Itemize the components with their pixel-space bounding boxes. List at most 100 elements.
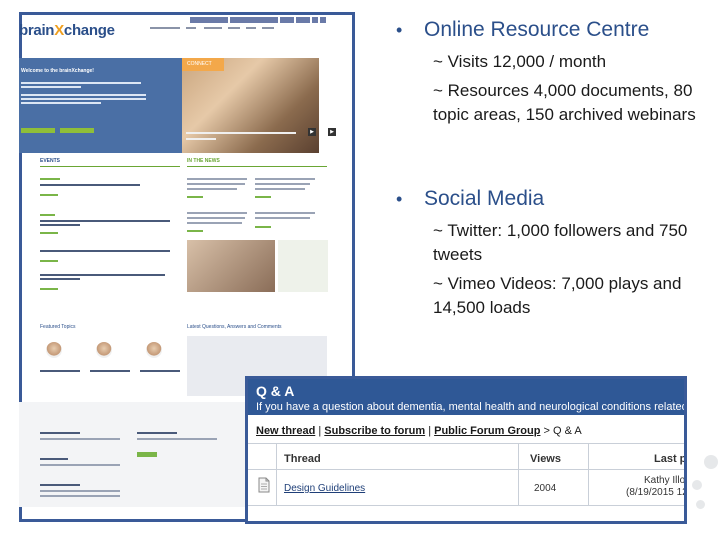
decorative-bubble — [704, 455, 718, 469]
news-more-link[interactable] — [255, 196, 271, 198]
bullet-item: ~ Vimeo Videos: 7,000 plays and 14,500 l… — [433, 274, 682, 317]
news-text — [255, 178, 315, 180]
divider — [40, 166, 180, 167]
hero-text-line — [21, 102, 101, 104]
news-text — [255, 217, 310, 219]
event-more-link[interactable] — [40, 232, 58, 234]
new-thread-link[interactable]: New thread — [256, 425, 315, 437]
footer-heading — [40, 432, 80, 434]
event-more-link[interactable] — [40, 260, 58, 262]
featured-heading: Featured Topics — [40, 324, 76, 330]
news-text — [187, 212, 247, 214]
news-more-link[interactable] — [187, 196, 203, 198]
top-link[interactable] — [230, 17, 278, 23]
document-icon — [258, 477, 270, 493]
top-link[interactable] — [312, 17, 318, 23]
thread-link[interactable]: Design Guidelines — [284, 483, 365, 494]
table-border — [248, 469, 684, 470]
nav-item[interactable] — [246, 26, 256, 30]
event-more-link[interactable] — [40, 288, 58, 290]
logo-change-text: change — [63, 22, 115, 39]
breadcrumb: > Q & A — [543, 425, 582, 437]
footer-text — [40, 495, 120, 497]
divider — [187, 166, 327, 167]
column-header-thread[interactable]: Thread — [284, 453, 321, 465]
last-post-author[interactable]: Kathy Illo — [644, 475, 684, 486]
nav-item[interactable] — [262, 26, 274, 30]
top-link[interactable] — [280, 17, 294, 23]
hero-text-line — [21, 98, 146, 100]
link-separator: | — [428, 425, 432, 437]
table-border — [248, 505, 684, 506]
event-date — [40, 178, 60, 180]
footer-text — [40, 438, 120, 440]
latest-heading: Latest Questions, Answers and Comments — [187, 324, 282, 330]
event-title[interactable] — [40, 274, 165, 276]
decorative-bubble — [696, 500, 705, 509]
topic-label[interactable] — [140, 370, 180, 372]
public-forum-group-link[interactable]: Public Forum Group — [434, 425, 540, 437]
qa-links-bar: New thread | Subscribe to forum | Public… — [256, 425, 582, 437]
bullet-marker: • — [396, 189, 403, 209]
footer-heading — [137, 432, 177, 434]
column-header-last-post[interactable]: Last po — [654, 453, 684, 465]
slide-next-icon[interactable]: ▶ — [308, 128, 316, 136]
footer-text — [40, 490, 120, 492]
top-link[interactable] — [190, 17, 228, 23]
news-more-link[interactable] — [255, 226, 271, 228]
hero-text-line — [21, 86, 81, 88]
news-text — [187, 183, 245, 185]
news-text — [255, 188, 305, 190]
bullet-item: ~ Resources 4,000 documents, 80 topic ar… — [433, 81, 696, 124]
hero-text-line — [21, 94, 146, 96]
topic-thumbnail[interactable] — [146, 342, 162, 358]
event-title[interactable] — [40, 220, 170, 222]
topic-thumbnail[interactable] — [46, 342, 62, 358]
news-more-link[interactable] — [187, 230, 203, 232]
topic-label[interactable] — [40, 370, 80, 372]
subscribe-button[interactable] — [137, 452, 157, 457]
event-more-link[interactable] — [40, 194, 58, 196]
event-title[interactable] — [40, 250, 170, 252]
decorative-bubble — [692, 480, 702, 490]
slide-next-icon[interactable]: ▶ — [328, 128, 336, 136]
bullet-item: ~ Twitter: 1,000 followers and 750 tweet… — [433, 221, 688, 264]
topic-label[interactable] — [90, 370, 130, 372]
link-separator: | — [318, 425, 322, 437]
news-ad[interactable] — [278, 240, 328, 292]
table-border — [588, 443, 589, 505]
logo-brain-text: brain — [19, 22, 55, 39]
qa-subtitle: If you have a question about dementia, m… — [256, 401, 687, 413]
footer-heading — [40, 458, 68, 460]
nav-item[interactable] — [150, 26, 180, 30]
event-title[interactable] — [40, 184, 140, 186]
table-border — [248, 443, 684, 444]
hero-caption-line — [186, 132, 296, 134]
events-heading: EVENTS — [40, 158, 61, 164]
site-logo[interactable]: brainXchange — [19, 22, 115, 39]
footer-text — [40, 464, 120, 466]
news-text — [255, 183, 310, 185]
nav-item[interactable] — [204, 26, 222, 30]
nav-item[interactable] — [186, 26, 196, 30]
news-text — [187, 188, 237, 190]
qa-title: Q & A — [256, 383, 295, 399]
bullet-marker: • — [396, 20, 403, 40]
column-header-views[interactable]: Views — [530, 453, 561, 465]
news-photo — [187, 240, 275, 292]
bullet-item: ~ Visits 12,000 / month — [433, 52, 607, 71]
nav-item[interactable] — [228, 26, 240, 30]
connect-label: CONNECT — [187, 61, 212, 67]
news-text — [255, 212, 315, 214]
hero-button[interactable] — [21, 128, 55, 133]
top-link[interactable] — [320, 17, 326, 23]
hero-button[interactable] — [60, 128, 94, 133]
logo-x-text: X — [54, 22, 64, 39]
qa-forum-screenshot: Q & A If you have a question about demen… — [245, 376, 687, 524]
subscribe-forum-link[interactable]: Subscribe to forum — [324, 425, 425, 437]
event-title[interactable] — [40, 278, 80, 280]
top-link[interactable] — [296, 17, 310, 23]
event-title[interactable] — [40, 224, 80, 226]
hero-caption-line — [186, 138, 216, 140]
topic-thumbnail[interactable] — [96, 342, 112, 358]
